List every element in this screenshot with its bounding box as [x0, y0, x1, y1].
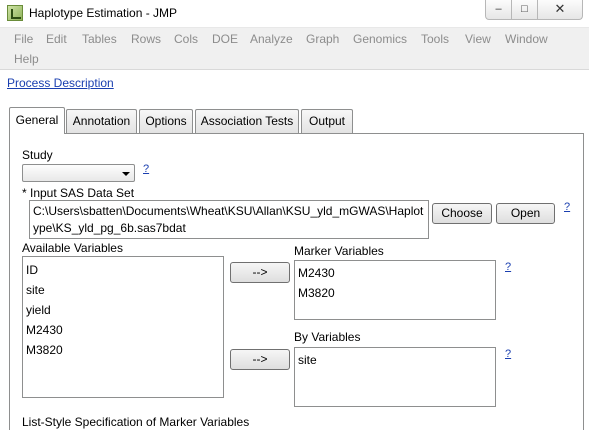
tab-general[interactable]: General [9, 107, 65, 134]
input-dataset-field[interactable]: C:\Users\sbatten\Documents\Wheat\KSU\All… [29, 200, 429, 239]
list-item[interactable]: M3820 [298, 286, 335, 300]
chevron-down-icon [122, 172, 130, 176]
window-title: Haplotype Estimation - JMP [29, 6, 178, 20]
list-style-spec-label: List-Style Specification of Marker Varia… [22, 415, 250, 429]
add-to-marker-button[interactable]: --> [230, 262, 290, 283]
menu-help[interactable]: Help [14, 52, 39, 66]
menu-tables[interactable]: Tables [82, 32, 117, 46]
menu-cols[interactable]: Cols [174, 32, 198, 46]
study-label: Study [22, 148, 53, 162]
title-bar: Haplotype Estimation - JMP – □ ✕ [0, 0, 589, 28]
study-select[interactable] [22, 164, 135, 182]
tab-association-tests[interactable]: Association Tests [195, 109, 299, 133]
dataset-help-link[interactable]: ? [564, 201, 570, 213]
list-item[interactable]: M3820 [26, 343, 63, 357]
open-button[interactable]: Open [496, 203, 555, 224]
menu-tools[interactable]: Tools [421, 32, 449, 46]
tab-strip: General Annotation Options Association T… [9, 107, 584, 134]
by-variables-label: By Variables [294, 330, 361, 344]
study-help-link[interactable]: ? [143, 163, 149, 175]
available-variables-label: Available Variables [22, 241, 123, 255]
minimize-button[interactable]: – [485, 0, 512, 20]
menu-doe[interactable]: DOE [212, 32, 238, 46]
list-item[interactable]: site [26, 283, 45, 297]
close-button[interactable]: ✕ [537, 0, 583, 20]
add-to-by-button[interactable]: --> [230, 349, 290, 370]
maximize-button[interactable]: □ [511, 0, 538, 20]
menu-file[interactable]: File [14, 32, 33, 46]
marker-variables-label: Marker Variables [294, 244, 384, 258]
list-item[interactable]: M2430 [26, 323, 63, 337]
list-item[interactable]: yield [26, 303, 51, 317]
process-description-link[interactable]: Process Description [7, 76, 114, 90]
menu-edit[interactable]: Edit [46, 32, 67, 46]
jmp-app-icon [7, 5, 23, 21]
input-dataset-label: * Input SAS Data Set [22, 186, 135, 200]
menu-rows[interactable]: Rows [131, 32, 161, 46]
tab-options[interactable]: Options [139, 109, 193, 133]
marker-variables-list[interactable]: M2430 M3820 [294, 260, 496, 320]
list-item[interactable]: M2430 [298, 266, 335, 280]
menu-genomics[interactable]: Genomics [353, 32, 407, 46]
tab-annotation[interactable]: Annotation [66, 109, 137, 133]
menu-view[interactable]: View [465, 32, 491, 46]
menu-analyze[interactable]: Analyze [250, 32, 293, 46]
by-help-link[interactable]: ? [505, 348, 511, 360]
by-variables-list[interactable]: site [294, 347, 496, 407]
tab-output[interactable]: Output [301, 109, 353, 133]
marker-help-link[interactable]: ? [505, 261, 511, 273]
list-item[interactable]: ID [26, 263, 38, 277]
menu-graph[interactable]: Graph [306, 32, 339, 46]
menu-window[interactable]: Window [505, 32, 548, 46]
choose-button[interactable]: Choose [432, 203, 492, 224]
available-variables-list[interactable]: ID site yield M2430 M3820 [22, 256, 224, 398]
list-item[interactable]: site [298, 353, 317, 367]
menu-bar: File Edit Tables Rows Cols DOE Analyze G… [0, 28, 589, 70]
